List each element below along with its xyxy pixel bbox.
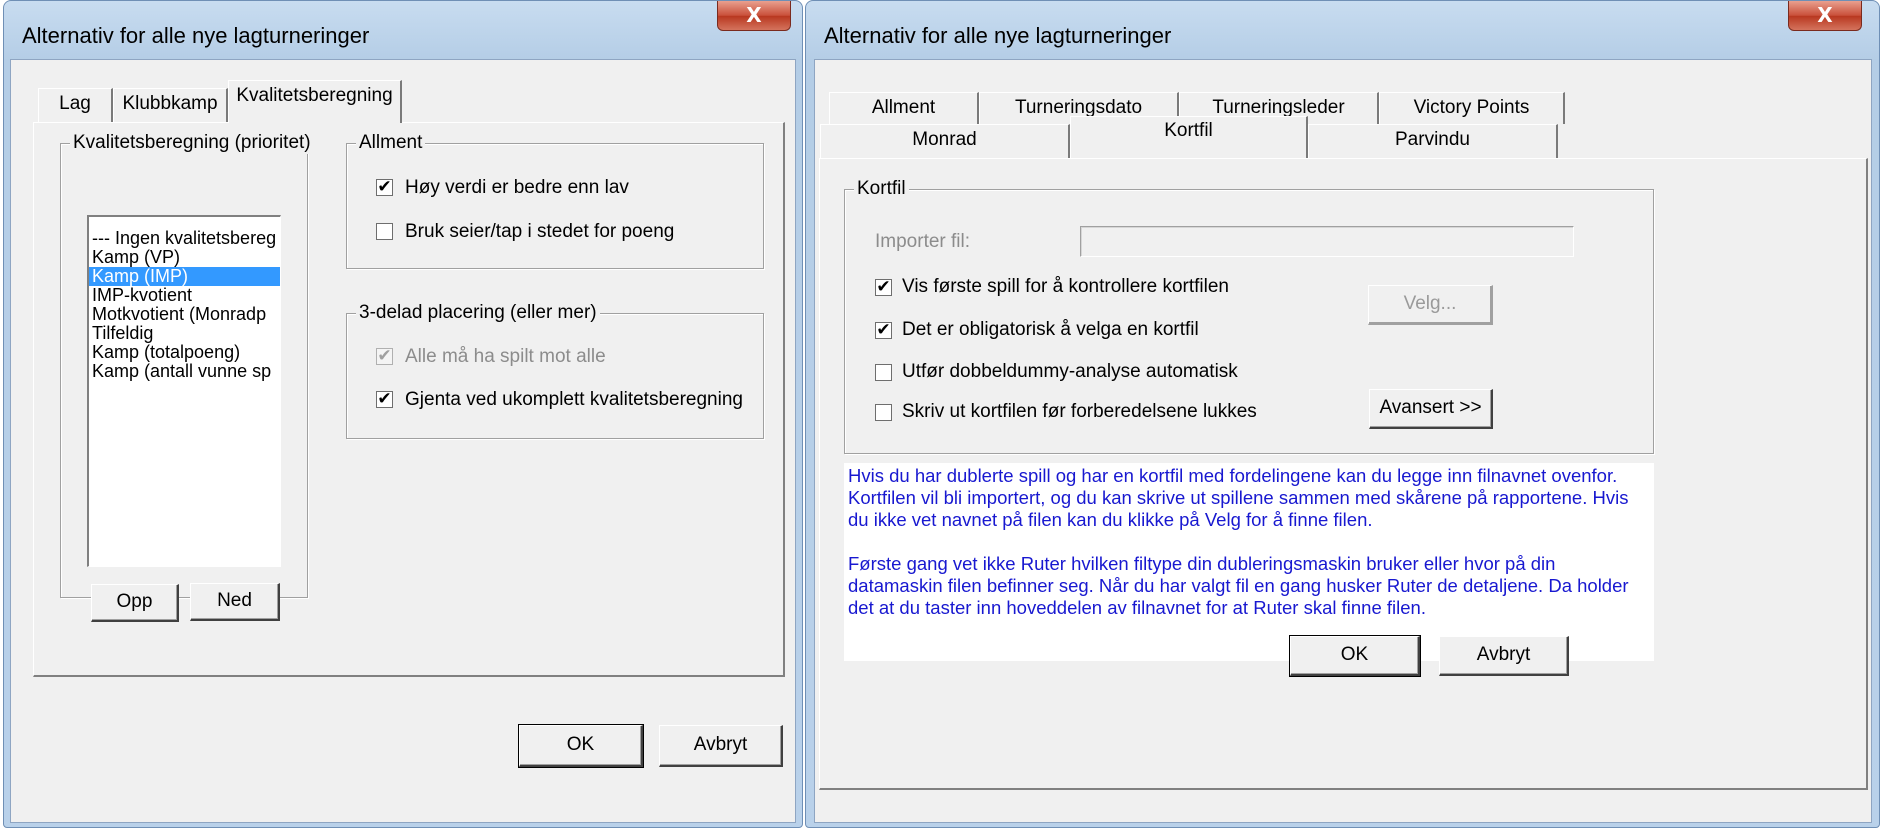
help-paragraph: Hvis du har dublerte spill og har en kor…: [848, 465, 1629, 530]
left-cancel-button[interactable]: Avbryt: [659, 725, 783, 767]
general-group-label: Allment: [356, 132, 426, 154]
show-first-board-checkbox[interactable]: ✔: [875, 279, 892, 296]
list-item[interactable]: --- Ingen kvalitetsbereg: [89, 229, 280, 248]
double-dummy-label: Utfør dobbeldummy-analyse automatisk: [902, 361, 1238, 382]
right-ok-button[interactable]: OK: [1289, 635, 1421, 677]
help-paragraph: Første gang vet ikke Ruter hvilken filty…: [848, 553, 1629, 618]
tab-monrad[interactable]: Monrad: [820, 124, 1070, 158]
higher-is-better-label: Høy verdi er bedre enn lav: [405, 177, 629, 198]
advanced-button[interactable]: Avansert >>: [1369, 389, 1493, 429]
priority-listbox[interactable]: --- Ingen kvalitetsbereg Kamp (VP) Kamp …: [87, 215, 281, 567]
repeat-incomplete-label: Gjenta ved ukomplett kvalitetsberegning: [405, 389, 743, 410]
right-dialog-client: Allment Turneringsdato Turneringsleder V…: [814, 59, 1872, 823]
tie-group-label: 3-delad placering (eller mer): [356, 302, 600, 324]
tab-victory-points[interactable]: Victory Points: [1379, 92, 1565, 124]
mandatory-kortfil-label: Det er obligatorisk å velga en kortfil: [902, 319, 1199, 340]
left-close-button[interactable]: X: [717, 1, 791, 31]
tab-allment[interactable]: Allment: [829, 92, 979, 124]
import-file-input[interactable]: [1080, 226, 1574, 257]
move-down-button[interactable]: Ned: [190, 583, 280, 621]
tab-kvalitetsberegning[interactable]: Kvalitetsberegning: [228, 80, 402, 123]
win-loss-checkbox[interactable]: [376, 223, 393, 240]
list-item-selected[interactable]: Kamp (IMP): [89, 267, 280, 286]
priority-group-label: Kvalitetsberegning (prioritet): [70, 132, 314, 154]
list-item[interactable]: Kamp (antall vunne sp: [89, 362, 280, 381]
higher-is-better-checkbox[interactable]: ✔: [376, 179, 393, 196]
double-dummy-checkbox[interactable]: [875, 364, 892, 381]
general-group: [346, 143, 764, 269]
print-kortfil-checkbox[interactable]: [875, 404, 892, 421]
win-loss-label: Bruk seier/tap i stedet for poeng: [405, 221, 675, 242]
repeat-incomplete-checkbox[interactable]: ✔: [376, 391, 393, 408]
right-close-button[interactable]: X: [1788, 1, 1862, 31]
tab-parvindu[interactable]: Parvindu: [1308, 124, 1558, 158]
list-item[interactable]: Kamp (totalpoeng): [89, 343, 280, 362]
help-text-box: Hvis du har dublerte spill og har en kor…: [844, 463, 1654, 661]
left-dialog-title: Alternativ for alle nye lagturneringer: [22, 23, 370, 48]
list-item[interactable]: IMP-kvotient: [89, 286, 280, 305]
right-dialog-title: Alternativ for alle nye lagturneringer: [824, 23, 1172, 48]
import-file-label: Importer fil:: [875, 231, 971, 252]
choose-file-button[interactable]: Velg...: [1368, 285, 1493, 325]
mandatory-kortfil-checkbox[interactable]: ✔: [875, 322, 892, 339]
tab-kortfil[interactable]: Kortfil: [1070, 116, 1308, 158]
list-item[interactable]: Motkvotient (Monradp: [89, 305, 280, 324]
left-ok-button[interactable]: OK: [518, 724, 644, 768]
kortfil-group-label: Kortfil: [854, 178, 909, 200]
tie-group: [346, 313, 764, 439]
tab-klubbkamp[interactable]: Klubbkamp: [113, 88, 228, 122]
list-item[interactable]: Kamp (VP): [89, 248, 280, 267]
all-played-all-label: Alle må ha spilt mot alle: [405, 346, 606, 367]
left-tab-panel: Kvalitetsberegning (prioritet) --- Ingen…: [33, 122, 785, 677]
left-dialog-window: Alternativ for alle nye lagturneringer X…: [3, 0, 803, 828]
show-first-board-label: Vis første spill for å kontrollere kortf…: [902, 276, 1229, 297]
list-item[interactable]: Tilfeldig: [89, 324, 280, 343]
tab-lag[interactable]: Lag: [38, 88, 113, 122]
print-kortfil-label: Skriv ut kortfilen før forberedelsene lu…: [902, 401, 1257, 422]
right-tab-panel: Kortfil Importer fil: ✔ Vis første spill…: [819, 158, 1868, 790]
move-up-button[interactable]: Opp: [91, 584, 179, 622]
right-dialog-window: Alternativ for alle nye lagturneringer X…: [805, 0, 1880, 828]
all-played-all-checkbox[interactable]: ✔: [376, 348, 393, 365]
right-cancel-button[interactable]: Avbryt: [1439, 636, 1569, 676]
left-dialog-client: Lag Klubbkamp Kvalitetsberegning Kvalite…: [10, 59, 796, 823]
